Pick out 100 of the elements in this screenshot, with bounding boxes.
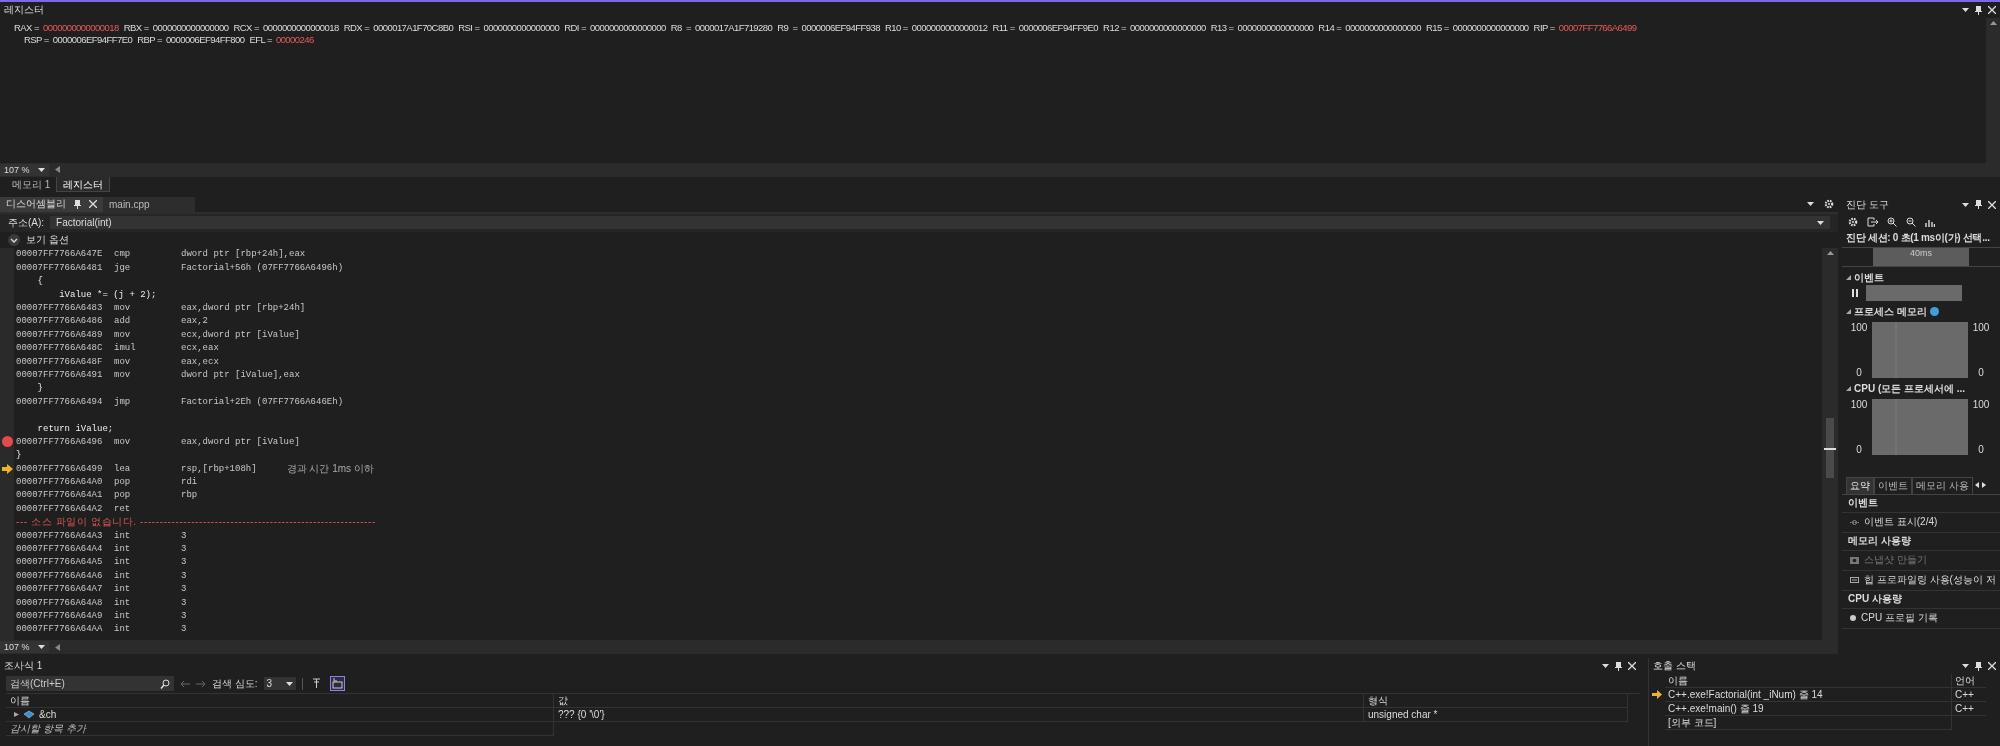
pin-icon[interactable] [1615,661,1622,671]
zoom-out-icon[interactable] [1906,216,1916,227]
register-value: 0000000000000000 [483,21,560,33]
register-value: 0000000000000000 [1237,21,1314,33]
scroll-right-icon[interactable] [1981,482,1986,489]
expand-icon[interactable] [14,712,19,718]
settings-icon[interactable] [1824,199,1834,210]
watch-name: &ch [39,709,57,721]
axis-label: 0 [1856,443,1862,455]
address: 00007FF7766A64A6 [16,570,104,581]
register-name: R13 = [1210,21,1234,33]
address: 00007FF7766A6483 [16,303,104,313]
close-icon[interactable] [1988,200,1996,209]
pin-icon[interactable] [1975,5,1982,15]
dropdown-icon[interactable] [285,681,293,686]
operands: 3 [181,530,187,541]
operands: 3 [181,624,187,635]
dropdown-icon[interactable] [1962,202,1969,207]
section-header: 메모리 사용량 [1848,534,1911,549]
action-item[interactable]: CPU 프로필 기록 [1842,608,2000,629]
close-icon[interactable] [89,200,97,209]
track-title: 이벤트 [1854,270,1884,285]
camera-icon [1850,556,1859,564]
dropdown-icon[interactable] [1962,664,1969,669]
dropdown-icon[interactable] [1962,8,1969,12]
zoom-dropdown[interactable]: 107 % [0,163,49,176]
instruction: mov [114,369,132,380]
action-item[interactable]: 힙 프로파일링 사용(성능이 저 [1842,570,2000,591]
depth-label: 검색 심도: [212,676,258,691]
hex-view-toggle[interactable] [329,676,345,692]
collapse-icon[interactable] [8,233,20,246]
dropdown-icon[interactable] [37,167,45,172]
stack-frame[interactable]: C++.exe!main() 줄 19 [1665,702,1952,717]
scroll-left-icon[interactable] [1974,482,1979,489]
tab[interactable]: 요약 [1846,476,1874,494]
address: 00007FF7766A64A1 [16,490,104,501]
instruction: mov [114,303,132,313]
source-line: return iValue; [36,423,114,434]
frame-language: C++ [1952,702,1986,717]
breakpoint-icon[interactable] [2,436,13,448]
close-icon[interactable] [1628,662,1636,671]
axis-label: 100 [1850,398,1868,410]
register-value: 0000000000000000 [1130,21,1206,33]
depth-dropdown[interactable]: 3 [263,677,296,691]
instruction: lea [114,463,132,474]
pin-icon[interactable] [74,199,81,209]
tab[interactable]: 메모리 사용 [1912,476,1973,494]
scroll-up-icon[interactable] [1826,250,1834,255]
collapse-icon[interactable] [1846,386,1851,392]
tab[interactable]: 이벤트 [1874,476,1912,494]
watch-value: ??? {0 '\0'} [554,708,1364,723]
tab[interactable]: 메모리 1 [6,176,57,192]
tab[interactable]: main.cpp [103,196,195,212]
instruction: int [114,610,132,621]
settings-icon[interactable] [1848,216,1858,227]
collapse-icon[interactable] [1846,309,1851,315]
close-icon[interactable] [1988,6,1996,14]
panel-title: 레지스터 [4,3,44,17]
instruction: int [114,530,132,541]
column-header: 이름 [1665,674,1952,689]
operands: 3 [181,610,187,621]
close-icon[interactable] [1988,662,1996,671]
search-icon[interactable] [160,678,170,689]
scroll-thumb[interactable] [1826,417,1834,478]
instruction: jmp [114,396,132,407]
address: 00007FF7766A64A0 [16,477,104,488]
dropdown-icon[interactable] [1817,220,1824,225]
back-icon[interactable] [180,679,190,688]
column-header: 형식 [1364,694,1628,709]
register-name: R11 = [992,21,1015,33]
dropdown-icon[interactable] [1602,664,1609,669]
operands: rbp [181,490,198,501]
register-value: 0000000000000000 [590,21,666,33]
stack-frame[interactable]: C++.exe!Factorial(int _iNum) 줄 14 [1665,688,1952,703]
address-field[interactable]: Factorial(int) [50,216,1830,230]
axis-label: 100 [1972,321,1990,333]
add-watch-item[interactable]: 감시할 항목 추가 [6,722,554,737]
pin-icon[interactable] [1975,200,1982,210]
register-name: R8 = [670,21,691,33]
pin-icon[interactable] [1975,661,1982,671]
pause-icon[interactable] [1852,288,1858,297]
tab[interactable]: 디스어셈블리 [0,196,103,212]
export-icon[interactable] [1867,216,1878,227]
dropdown-icon[interactable] [37,645,45,650]
operands: ecx,eax [181,343,219,354]
zoom-in-icon[interactable] [1887,216,1897,227]
scroll-up-icon[interactable] [1989,21,1997,25]
action-item[interactable]: 이벤트 표시(2/4) [1842,512,2000,533]
source-line: } [16,450,22,461]
collapse-icon[interactable] [1846,275,1851,281]
register-name: R10 = [884,21,908,33]
zoom-dropdown[interactable]: 107 % [0,641,49,654]
panel-title: 호출 스택 [1653,659,1696,674]
forward-icon[interactable] [196,679,206,688]
stack-frame[interactable]: [외부 코드] [1665,716,1952,731]
axis-label: 0 [1978,366,1984,378]
dropdown-icon[interactable] [1807,202,1814,207]
session-summary: 진단 세션: 0 초(1 ms이(가) 선택... [1845,230,1991,245]
address: 00007FF7766A6494 [16,396,104,407]
register-name: RAX = [14,21,39,33]
